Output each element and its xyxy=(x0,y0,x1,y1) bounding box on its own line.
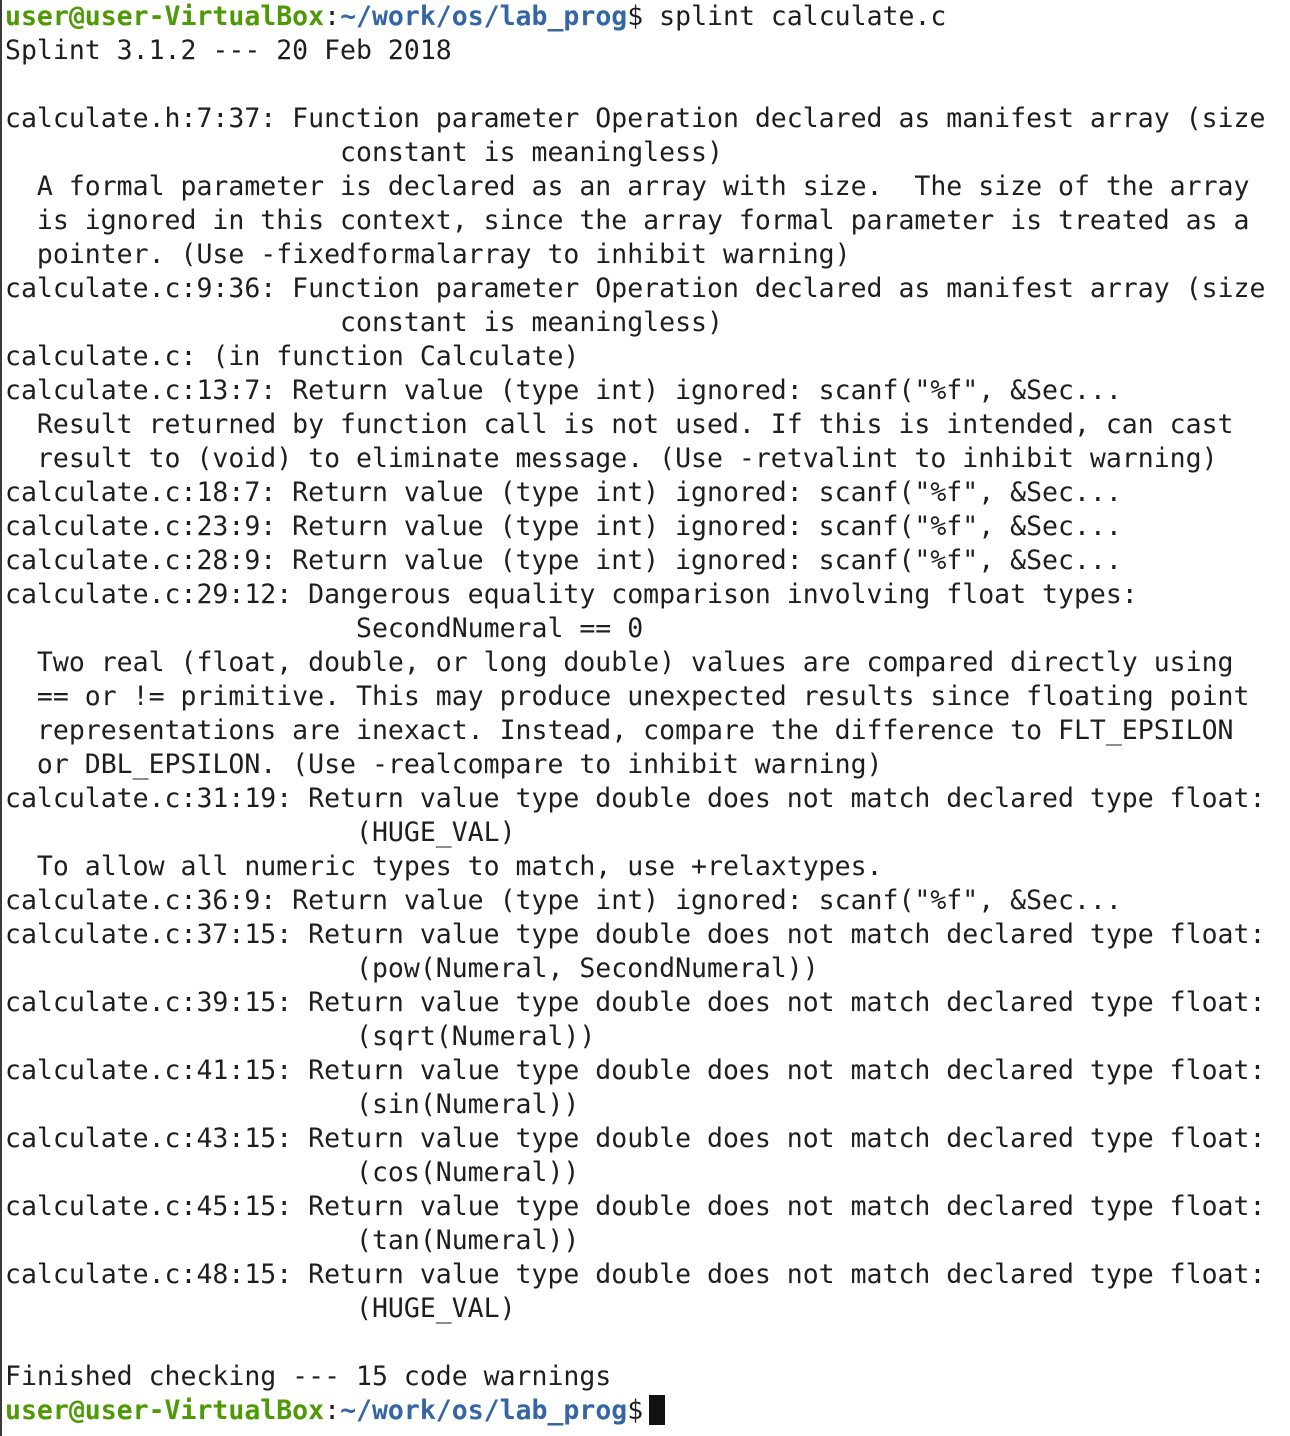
output-line: Result returned by function call is not … xyxy=(5,409,1234,440)
output-line: calculate.c: (in function Calculate) xyxy=(5,341,580,372)
output-line: Finished checking --- 15 code warnings xyxy=(5,1361,612,1392)
output-line: SecondNumeral == 0 xyxy=(5,613,644,644)
output-line: (sin(Numeral)) xyxy=(5,1089,580,1120)
output-line: result to (void) to eliminate message. (… xyxy=(5,443,1218,474)
prompt-user-host: user@user-VirtualBox xyxy=(5,1395,325,1426)
output-line: calculate.c:45:15: Return value type dou… xyxy=(5,1191,1266,1222)
output-line: (cos(Numeral)) xyxy=(5,1157,580,1188)
prompt-dollar: $ xyxy=(627,1395,644,1426)
prompt-colon: : xyxy=(324,1,341,32)
output-line: calculate.c:48:15: Return value type dou… xyxy=(5,1259,1266,1290)
output-line: calculate.c:37:15: Return value type dou… xyxy=(5,919,1266,950)
output-line: A formal parameter is declared as an arr… xyxy=(5,171,1250,202)
output-line: is ignored in this context, since the ar… xyxy=(5,205,1250,236)
output-line: (HUGE_VAL) xyxy=(5,817,516,848)
output-line: calculate.c:39:15: Return value type dou… xyxy=(5,987,1266,1018)
output-line: calculate.c:18:7: Return value (type int… xyxy=(5,477,1122,508)
output-line: calculate.c:9:36: Function parameter Ope… xyxy=(5,273,1266,304)
output-line: Splint 3.1.2 --- 20 Feb 2018 xyxy=(5,35,452,66)
output-line: calculate.h:7:37: Function parameter Ope… xyxy=(5,103,1266,134)
output-line: (sqrt(Numeral)) xyxy=(5,1021,596,1052)
output-line: calculate.c:41:15: Return value type dou… xyxy=(5,1055,1266,1086)
output-line: pointer. (Use -fixedformalarray to inhib… xyxy=(5,239,851,270)
output-line: == or != primitive. This may produce une… xyxy=(5,681,1250,712)
prompt-colon: : xyxy=(324,1395,341,1426)
terminal-window[interactable]: user@user-VirtualBox:~/work/os/lab_prog$… xyxy=(0,0,1290,1436)
output-line: (HUGE_VAL) xyxy=(5,1293,516,1324)
output-line: To allow all numeric types to match, use… xyxy=(5,851,883,882)
command-text: splint calculate.c xyxy=(643,1,947,32)
output-line: calculate.c:13:7: Return value (type int… xyxy=(5,375,1122,406)
output-line: calculate.c:43:15: Return value type dou… xyxy=(5,1123,1266,1154)
text-cursor[interactable] xyxy=(649,1395,666,1425)
prompt-dollar: $ xyxy=(627,1,644,32)
output-line: calculate.c:31:19: Return value type dou… xyxy=(5,783,1266,814)
output-line: Two real (float, double, or long double)… xyxy=(5,647,1234,678)
output-line: or DBL_EPSILON. (Use -realcompare to inh… xyxy=(5,749,883,780)
output-line: constant is meaningless) xyxy=(5,307,723,338)
output-line: (tan(Numeral)) xyxy=(5,1225,580,1256)
output-line: representations are inexact. Instead, co… xyxy=(5,715,1234,746)
output-line: calculate.c:36:9: Return value (type int… xyxy=(5,885,1122,916)
output-line: calculate.c:23:9: Return value (type int… xyxy=(5,511,1122,542)
command-line: user@user-VirtualBox:~/work/os/lab_prog$… xyxy=(5,0,1290,34)
output-line: calculate.c:28:9: Return value (type int… xyxy=(5,545,1122,576)
output-line: (pow(Numeral, SecondNumeral)) xyxy=(5,953,819,984)
terminal-output: Splint 3.1.2 --- 20 Feb 2018 calculate.h:… xyxy=(5,34,1290,1394)
prompt-path: ~/work/os/lab_prog xyxy=(340,1,628,32)
output-line: constant is meaningless) xyxy=(5,137,723,168)
current-prompt-line[interactable]: user@user-VirtualBox:~/work/os/lab_prog$ xyxy=(5,1394,1290,1428)
output-line: calculate.c:29:12: Dangerous equality co… xyxy=(5,579,1138,610)
prompt-path: ~/work/os/lab_prog xyxy=(340,1395,628,1426)
prompt-user-host: user@user-VirtualBox xyxy=(5,1,325,32)
